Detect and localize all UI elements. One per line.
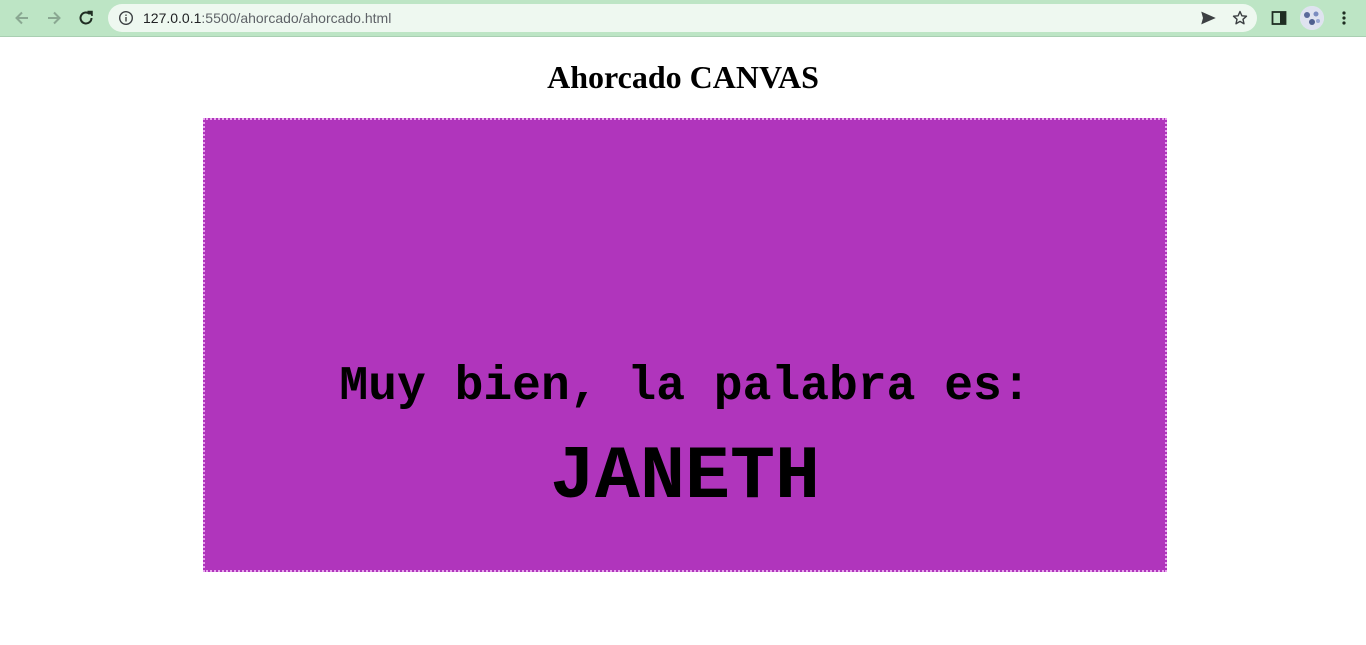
win-message: Muy bien, la palabra es: [339,360,1031,414]
avatar-icon [1300,6,1324,30]
arrow-left-icon [15,11,28,25]
url-path: :5500/ahorcado/ahorcado.html [201,10,392,26]
back-button[interactable] [8,4,36,32]
browser-toolbar: 127.0.0.1:5500/ahorcado/ahorcado.html [0,0,1366,37]
side-panel-icon [1271,11,1287,25]
profile-avatar[interactable] [1300,6,1324,30]
send-icon [1201,11,1216,25]
star-icon [1232,10,1248,25]
url-host: 127.0.0.1 [143,10,202,26]
arrow-right-icon [48,11,61,25]
address-bar[interactable]: 127.0.0.1:5500/ahorcado/ahorcado.html [108,4,1257,32]
kebab-menu-icon [1342,11,1346,25]
game-canvas[interactable]: Muy bien, la palabra es: JANETH [203,118,1167,572]
bookmark-button[interactable] [1230,8,1250,28]
side-panel-button[interactable] [1265,4,1293,32]
url-text[interactable]: 127.0.0.1:5500/ahorcado/ahorcado.html [143,10,391,26]
page-title: Ahorcado CANVAS [547,59,819,95]
reload-button[interactable] [72,4,100,32]
info-icon[interactable] [118,10,134,26]
guessed-word: JANETH [549,435,821,520]
reload-icon [79,10,93,25]
share-button[interactable] [1198,8,1218,28]
forward-button[interactable] [40,4,68,32]
browser-menu-button[interactable] [1330,4,1358,32]
